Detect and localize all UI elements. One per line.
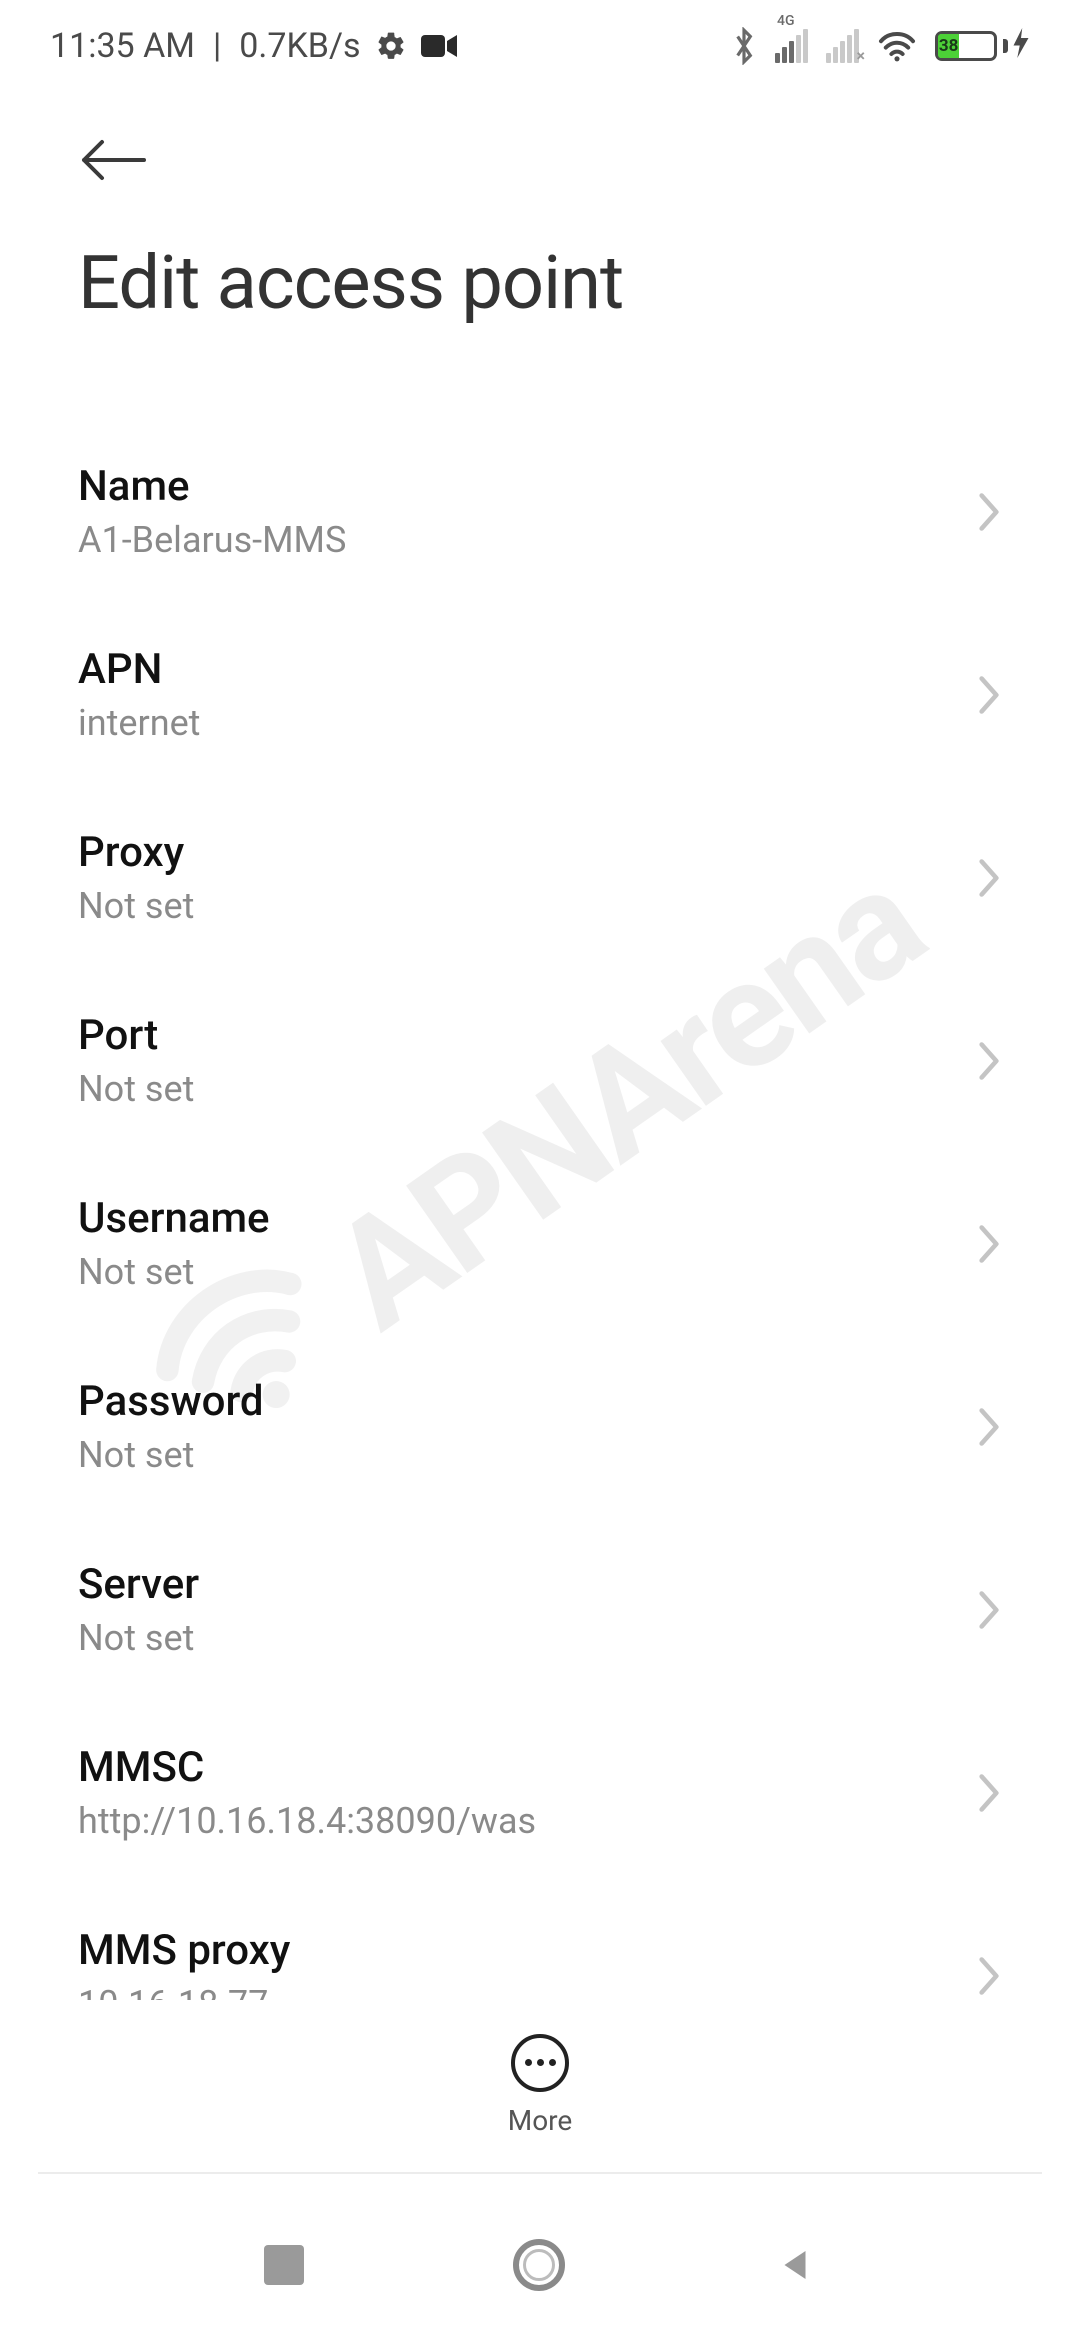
setting-label: Proxy bbox=[78, 828, 194, 877]
bluetooth-icon bbox=[731, 27, 757, 65]
setting-row-proxy[interactable]: Proxy Not set bbox=[78, 786, 1002, 969]
chevron-right-icon bbox=[976, 1222, 1002, 1266]
setting-label: Username bbox=[78, 1194, 270, 1243]
setting-value: Not set bbox=[78, 885, 194, 927]
status-net-speed: 0.7KB/s bbox=[239, 26, 360, 66]
setting-value: Not set bbox=[78, 1251, 270, 1293]
more-icon bbox=[511, 2034, 569, 2092]
setting-row-password[interactable]: Password Not set bbox=[78, 1335, 1002, 1518]
setting-row-server[interactable]: Server Not set bbox=[78, 1518, 1002, 1701]
chevron-right-icon bbox=[976, 1039, 1002, 1083]
chevron-right-icon bbox=[976, 856, 1002, 900]
setting-label: Password bbox=[78, 1377, 264, 1426]
divider bbox=[38, 2172, 1042, 2174]
status-right: 4G × 38 bbox=[731, 27, 1030, 65]
chevron-right-icon bbox=[976, 1405, 1002, 1449]
more-button[interactable]: More bbox=[508, 2034, 573, 2137]
setting-row-username[interactable]: Username Not set bbox=[78, 1152, 1002, 1335]
setting-value: http://10.16.18.4:38090/was bbox=[78, 1800, 536, 1842]
setting-label: APN bbox=[78, 645, 200, 694]
setting-row-mmsc[interactable]: MMSC http://10.16.18.4:38090/was bbox=[78, 1701, 1002, 1884]
setting-label: MMS proxy bbox=[78, 1926, 290, 1975]
chevron-right-icon bbox=[976, 673, 1002, 717]
setting-label: MMSC bbox=[78, 1743, 536, 1792]
setting-value: Not set bbox=[78, 1617, 199, 1659]
app-header: Edit access point bbox=[0, 110, 1080, 327]
nav-home-button[interactable] bbox=[513, 2239, 565, 2291]
setting-label: Name bbox=[78, 462, 346, 511]
chevron-right-icon bbox=[976, 490, 1002, 534]
page-title: Edit access point bbox=[78, 240, 1002, 327]
signal-icon-sim1: 4G bbox=[775, 29, 808, 63]
battery-indicator: 38 bbox=[935, 28, 1030, 65]
wifi-icon bbox=[877, 30, 917, 62]
signal-label: 4G bbox=[777, 13, 795, 29]
system-nav-bar bbox=[0, 2190, 1080, 2340]
back-button[interactable] bbox=[78, 120, 158, 200]
chevron-right-icon bbox=[976, 1771, 1002, 1815]
setting-row-port[interactable]: Port Not set bbox=[78, 969, 1002, 1152]
bottom-action-bar: More bbox=[0, 2000, 1080, 2170]
gear-icon bbox=[375, 30, 407, 62]
status-left: 11:35 AM | 0.7KB/s bbox=[50, 26, 457, 66]
nav-recents-button[interactable] bbox=[264, 2245, 304, 2285]
setting-row-apn[interactable]: APN internet bbox=[78, 603, 1002, 786]
setting-value: A1-Belarus-MMS bbox=[78, 519, 346, 561]
status-time: 11:35 AM bbox=[50, 26, 195, 66]
status-bar: 11:35 AM | 0.7KB/s 4G × bbox=[0, 0, 1080, 92]
setting-label: Port bbox=[78, 1011, 194, 1060]
chevron-right-icon bbox=[976, 1954, 1002, 1998]
status-separator: | bbox=[213, 26, 221, 66]
setting-value: Not set bbox=[78, 1434, 264, 1476]
setting-label: Server bbox=[78, 1560, 199, 1609]
charging-icon bbox=[1012, 28, 1030, 65]
signal-icon-sim2: × bbox=[826, 29, 859, 63]
setting-value: Not set bbox=[78, 1068, 194, 1110]
chevron-right-icon bbox=[976, 1588, 1002, 1632]
setting-value: internet bbox=[78, 702, 200, 744]
settings-list[interactable]: Name A1-Belarus-MMS APN internet Proxy N… bbox=[0, 420, 1080, 2060]
setting-row-name[interactable]: Name A1-Belarus-MMS bbox=[78, 420, 1002, 603]
battery-percent: 38 bbox=[939, 36, 959, 56]
nav-back-button[interactable] bbox=[774, 2244, 816, 2286]
camera-icon bbox=[421, 33, 457, 59]
more-label: More bbox=[508, 2104, 573, 2137]
